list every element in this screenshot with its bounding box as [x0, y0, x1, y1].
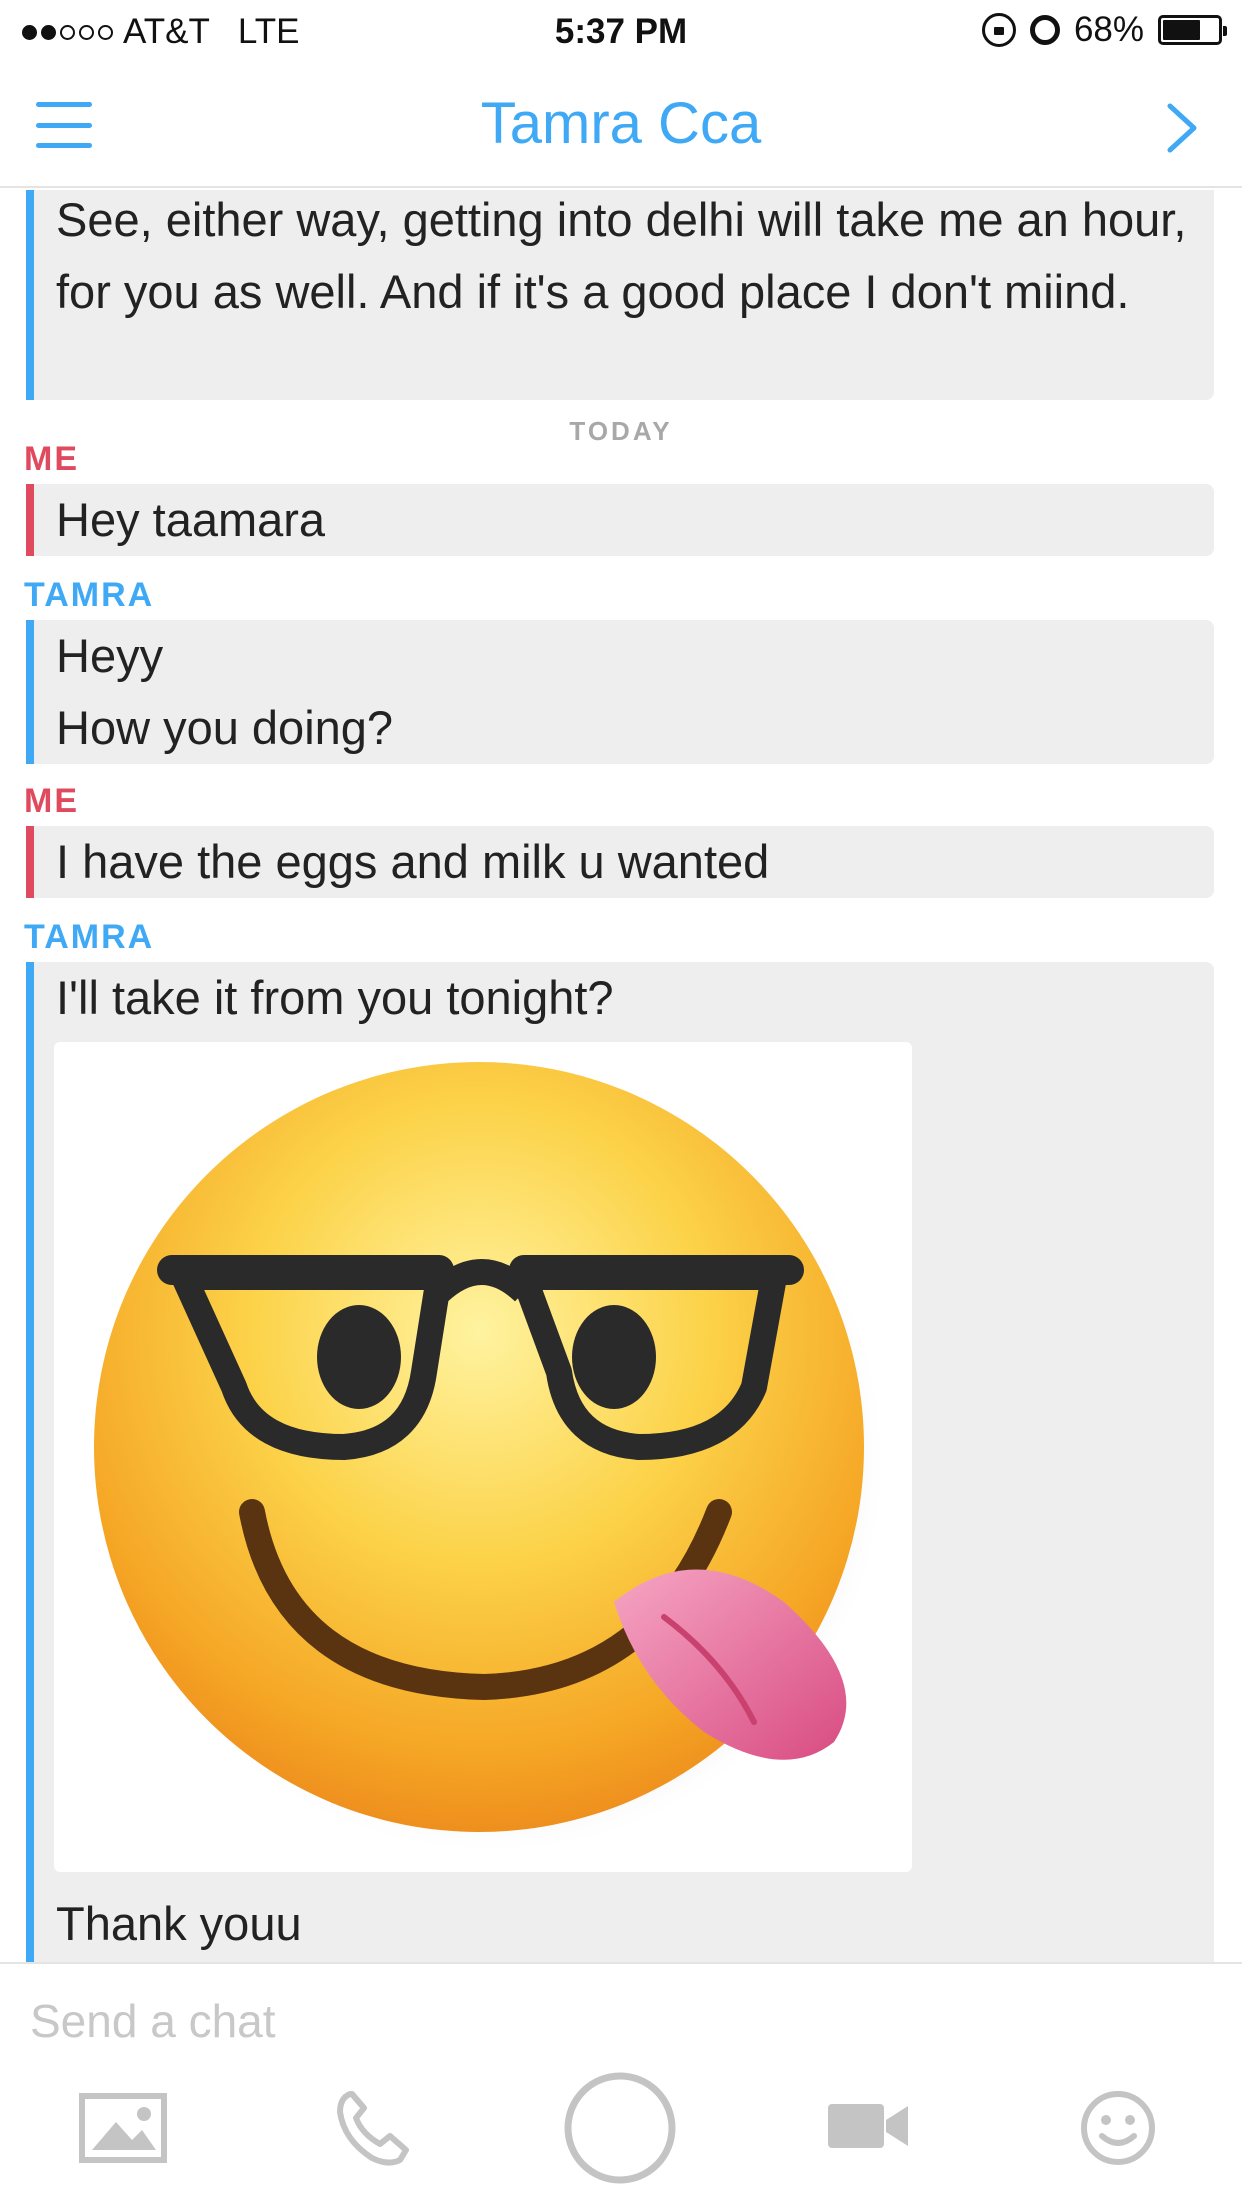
phone-icon[interactable]	[332, 2088, 412, 2168]
day-separator: TODAY	[569, 416, 673, 446]
chat-input[interactable]	[30, 1994, 830, 2048]
message-bubble: See, either way, getting into delhi will…	[26, 190, 1214, 400]
chat-header: Tamra Cca	[0, 62, 1242, 188]
chat-thread[interactable]: See, either way, getting into delhi will…	[0, 190, 1242, 1962]
rotation-lock-icon	[981, 13, 1016, 47]
video-camera-icon[interactable]	[826, 2096, 910, 2156]
message-text: See, either way, getting into delhi will…	[56, 193, 1187, 318]
image-icon[interactable]	[78, 2092, 168, 2164]
sender-label: ME	[24, 440, 79, 478]
message-bubble: I have the eggs and milk u wanted	[26, 826, 1214, 898]
message-bubble: I'll take it from you tonight? Thank you…	[26, 962, 1214, 1962]
message-text: How you doing?	[56, 701, 394, 754]
alarm-icon	[1029, 15, 1060, 45]
chat-composer	[0, 1962, 1242, 2208]
message-text: Thank youu	[56, 1897, 302, 1950]
message-bubble: Hey taamara	[26, 484, 1214, 556]
chevron-right-icon[interactable]	[1162, 100, 1202, 156]
battery-percent: 68%	[1073, 10, 1144, 49]
battery-icon	[1158, 15, 1227, 45]
message-text: I have the eggs and milk u wanted	[56, 835, 770, 888]
composer-toolbar	[0, 2072, 1242, 2204]
message-text: I'll take it from you tonight?	[56, 971, 614, 1024]
sender-label: ME	[24, 782, 79, 820]
smiley-icon[interactable]	[1078, 2088, 1158, 2168]
capture-circle-icon[interactable]	[562, 2070, 678, 2186]
message-bubble: Heyy How you doing?	[26, 620, 1214, 764]
conversation-title[interactable]: Tamra Cca	[0, 90, 1242, 157]
message-text: Hey taamara	[56, 493, 326, 546]
message-text: Heyy	[56, 629, 164, 682]
status-bar: AT&T LTE 5:37 PM 68%	[0, 0, 1242, 62]
sticker-image[interactable]	[54, 1042, 912, 1872]
sender-label: TAMRA	[24, 576, 155, 614]
sender-label: TAMRA	[24, 918, 155, 956]
nerd-tongue-emoji-icon	[94, 1062, 888, 1856]
